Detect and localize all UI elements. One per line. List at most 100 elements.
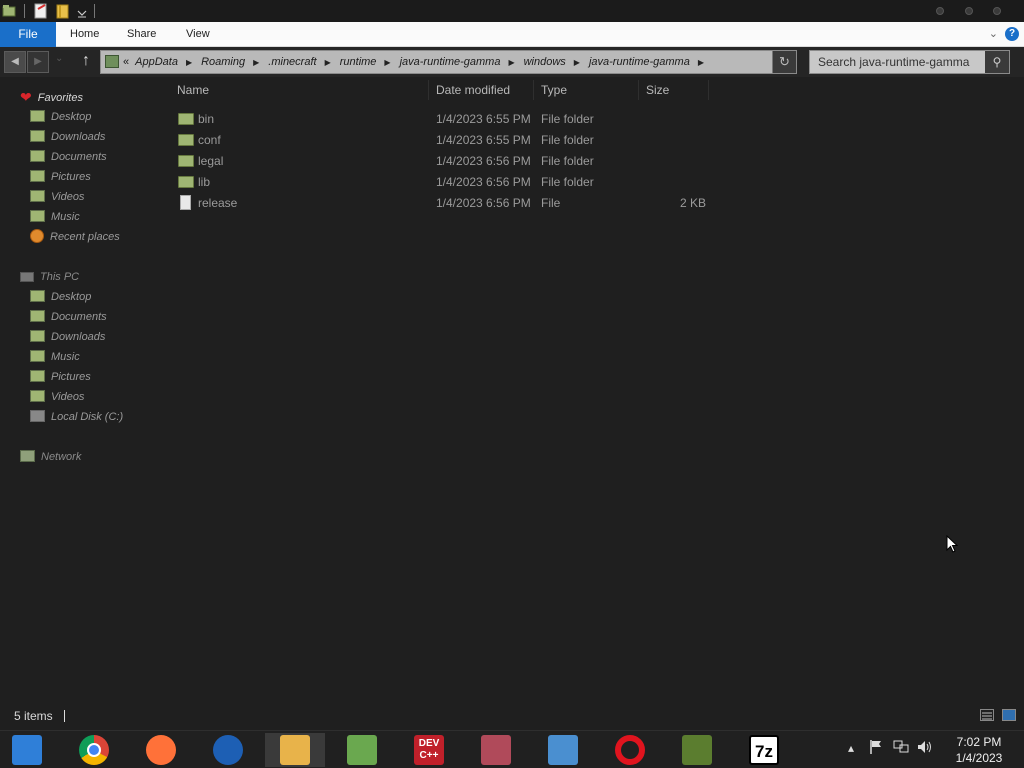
taskbar-app[interactable]	[64, 733, 124, 767]
file-size: 2 KB	[680, 196, 707, 210]
forward-button[interactable]: ▶	[27, 51, 49, 73]
file-row[interactable]: bin 1/4/2023 6:55 PM File folder	[170, 109, 870, 129]
nav-item-documents[interactable]: Documents	[30, 308, 107, 326]
tab-view[interactable]: View	[186, 22, 210, 47]
videos-icon	[30, 190, 45, 202]
search-input[interactable]: Search java-runtime-gamma ⚲	[809, 50, 1010, 74]
column-separator[interactable]	[428, 80, 429, 100]
nav-item-label: Videos	[51, 191, 85, 203]
back-button[interactable]: ◀	[4, 51, 26, 73]
nav-item-desktop[interactable]: Desktop	[30, 108, 91, 126]
folder-location-icon	[105, 55, 119, 68]
column-separator[interactable]	[708, 80, 709, 100]
breadcrumb-arrow-icon[interactable]: ▶	[574, 52, 580, 74]
file-name: conf	[198, 133, 221, 147]
music-icon	[30, 350, 45, 362]
up-arrow-icon[interactable]: ↑	[77, 50, 95, 72]
breadcrumb-arrow-icon[interactable]: ▶	[508, 52, 514, 74]
taskbar-app[interactable]: DEV C++	[399, 733, 459, 767]
volume-icon[interactable]	[917, 740, 933, 757]
clock-date: 1/4/2023	[955, 751, 1003, 765]
show-hidden-icons-chevron-icon[interactable]: ▴	[848, 741, 854, 755]
address-bar[interactable]: « AppData ▶ Roaming ▶ .minecraft ▶ runtime ▶ jav…	[100, 50, 797, 74]
column-header-type[interactable]: Type	[541, 81, 567, 99]
help-icon[interactable]: ?	[1005, 27, 1019, 41]
nav-item-local-disk-c[interactable]: Local Disk (C:)	[30, 408, 123, 426]
breadcrumb-arrow-icon[interactable]: ▶	[253, 52, 259, 74]
taskbar-app[interactable]	[131, 733, 191, 767]
nav-favorites[interactable]: ❤ Favorites	[20, 88, 83, 106]
taskbar-app[interactable]	[198, 733, 258, 767]
breadcrumb-item[interactable]: java-runtime-gamma	[400, 51, 501, 73]
taskbar-app[interactable]	[466, 733, 526, 767]
nav-this-pc[interactable]: This PC	[20, 268, 79, 286]
taskbar-app[interactable]	[600, 733, 660, 767]
nav-item-videos[interactable]: Videos	[30, 188, 84, 206]
taskbar-app[interactable]	[0, 733, 57, 767]
search-icon[interactable]: ⚲	[985, 51, 1009, 73]
explorer-window-icon[interactable]	[2, 3, 16, 19]
column-separator[interactable]	[638, 80, 639, 100]
nav-item-label: Documents	[51, 151, 107, 163]
tab-file[interactable]: File	[0, 22, 56, 47]
close-button[interactable]	[993, 7, 1001, 15]
file-row[interactable]: release 1/4/2023 6:56 PM File 2 KB	[170, 193, 870, 213]
taskbar-app[interactable]	[265, 733, 325, 767]
file-type: File folder	[541, 112, 594, 126]
folder-icon	[178, 176, 194, 188]
nav-network[interactable]: Network	[20, 448, 81, 466]
file-row[interactable]: conf 1/4/2023 6:55 PM File folder	[170, 130, 870, 150]
large-icons-view-icon[interactable]	[1002, 709, 1016, 721]
maximize-button[interactable]	[965, 7, 973, 15]
network-icon	[20, 450, 35, 462]
pictures-icon	[30, 170, 45, 182]
breadcrumb-item[interactable]: .minecraft	[268, 51, 316, 73]
breadcrumb-item[interactable]: Roaming	[201, 51, 245, 73]
nav-item-music[interactable]: Music	[30, 208, 80, 226]
tab-home[interactable]: Home	[70, 22, 99, 47]
breadcrumb-arrow-icon[interactable]: ▶	[698, 52, 704, 74]
tab-share[interactable]: Share	[127, 22, 156, 47]
network-tray-icon[interactable]	[893, 740, 909, 757]
new-folder-icon[interactable]	[56, 3, 70, 19]
breadcrumb-arrow-icon[interactable]: ▶	[186, 52, 192, 74]
nav-item-recent-places[interactable]: Recent places	[30, 228, 120, 246]
taskbar-app[interactable]	[667, 733, 727, 767]
nav-item-downloads[interactable]: Downloads	[30, 328, 105, 346]
nav-item-music[interactable]: Music	[30, 348, 80, 366]
column-header-date-modified[interactable]: Date modified	[436, 81, 510, 99]
breadcrumb-arrow-icon[interactable]: ▶	[325, 52, 331, 74]
column-separator[interactable]	[533, 80, 534, 100]
breadcrumb-item[interactable]: java-runtime-gamma	[589, 51, 690, 73]
file-row[interactable]: legal 1/4/2023 6:56 PM File folder	[170, 151, 870, 171]
refresh-icon[interactable]: ↻	[772, 51, 796, 73]
file-date: 1/4/2023 6:55 PM	[436, 133, 531, 147]
details-view-icon[interactable]	[980, 709, 994, 721]
action-center-flag-icon[interactable]	[869, 739, 883, 758]
nav-item-downloads[interactable]: Downloads	[30, 128, 105, 146]
taskbar-app[interactable]	[533, 733, 593, 767]
properties-icon[interactable]	[34, 3, 48, 19]
file-row[interactable]: lib 1/4/2023 6:56 PM File folder	[170, 172, 870, 192]
breadcrumb-overflow[interactable]: «	[123, 51, 129, 73]
clock[interactable]: 7:02 PM 1/4/2023	[946, 734, 1012, 766]
breadcrumb-item[interactable]: windows	[524, 51, 566, 73]
breadcrumb-arrow-icon[interactable]: ▶	[384, 52, 390, 74]
column-header-size[interactable]: Size	[646, 81, 669, 99]
ribbon-tabs: File Home Share View ⌄ ?	[0, 22, 1024, 47]
nav-item-videos[interactable]: Videos	[30, 388, 84, 406]
customize-quick-access-icon[interactable]	[76, 3, 90, 19]
taskbar-app[interactable]: 7z	[734, 733, 794, 767]
nav-item-desktop[interactable]: Desktop	[30, 288, 91, 306]
breadcrumb-item[interactable]: AppData	[135, 51, 178, 73]
local-disk-icon	[30, 410, 45, 422]
breadcrumb-item[interactable]: runtime	[340, 51, 377, 73]
expand-ribbon-chevron-icon[interactable]: ⌄	[989, 27, 998, 40]
column-header-name[interactable]: Name	[177, 81, 209, 99]
nav-item-pictures[interactable]: Pictures	[30, 368, 91, 386]
taskbar-app[interactable]	[332, 733, 392, 767]
recent-locations-chevron-icon[interactable]: ⌄	[55, 53, 71, 64]
nav-item-documents[interactable]: Documents	[30, 148, 107, 166]
minimize-button[interactable]	[936, 7, 944, 15]
nav-item-pictures[interactable]: Pictures	[30, 168, 91, 186]
